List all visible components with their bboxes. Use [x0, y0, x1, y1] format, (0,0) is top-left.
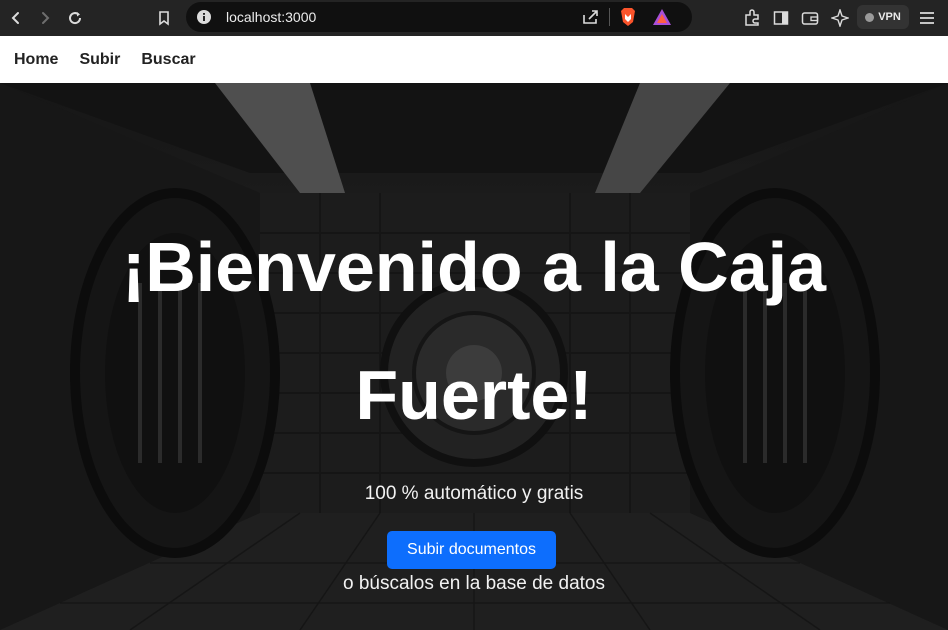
address-bar[interactable]: localhost:3000	[186, 2, 692, 32]
hero-title: ¡Bienvenido a la Caja Fuerte!	[0, 203, 948, 459]
back-icon[interactable]	[3, 5, 29, 31]
sidebar-icon[interactable]	[768, 5, 794, 31]
menu-icon[interactable]	[914, 5, 940, 31]
hero-title-line2: Fuerte!	[355, 356, 593, 434]
site-navbar: Home Subir Buscar	[0, 36, 948, 83]
share-icon[interactable]	[582, 9, 600, 30]
url-text: localhost:3000	[226, 9, 317, 25]
hero-subtitle: 100 % automático y gratis	[364, 483, 584, 504]
extensions-icon[interactable]	[739, 5, 765, 31]
bookmark-icon[interactable]	[151, 5, 177, 31]
brave-rewards-icon[interactable]	[652, 8, 672, 31]
divider	[609, 8, 610, 26]
vpn-button[interactable]: VPN	[857, 5, 909, 29]
hero-content: ¡Bienvenido a la Caja Fuerte! 100 % auto…	[0, 83, 948, 630]
hero-title-line1: ¡Bienvenido a la Caja	[121, 228, 827, 306]
forward-icon[interactable]	[32, 5, 58, 31]
leo-ai-icon[interactable]	[827, 5, 853, 31]
vpn-label: VPN	[878, 11, 901, 23]
upload-documents-button[interactable]: Subir documentos	[387, 531, 556, 569]
brave-shields-icon[interactable]	[619, 7, 637, 32]
nav-buscar-link[interactable]: Buscar	[141, 51, 195, 69]
nav-subir-link[interactable]: Subir	[79, 51, 120, 69]
reload-icon[interactable]	[62, 5, 88, 31]
site-info-icon[interactable]	[196, 9, 212, 30]
wallet-icon[interactable]	[797, 5, 823, 31]
hero-section: ¡Bienvenido a la Caja Fuerte! 100 % auto…	[0, 83, 948, 630]
vpn-status-icon	[865, 12, 875, 22]
nav-home-link[interactable]: Home	[14, 51, 58, 69]
search-database-text: o búscalos en la base de datos	[343, 573, 605, 594]
browser-toolbar: localhost:3000 VPN	[0, 0, 948, 36]
